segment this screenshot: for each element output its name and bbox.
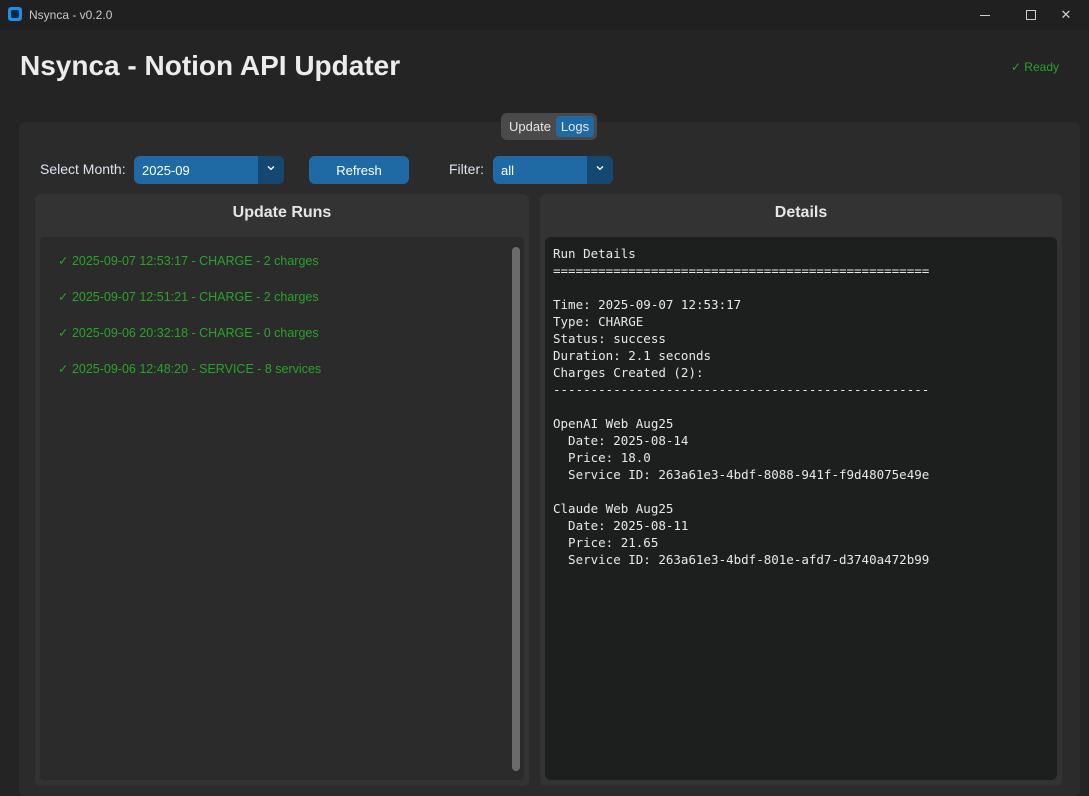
run-list-item[interactable]: ✓ 2025-09-06 20:32:18 - CHARGE - 0 charg… — [58, 325, 319, 340]
close-button[interactable]: ✕ — [1043, 0, 1089, 30]
tab-update[interactable]: Update — [504, 116, 556, 137]
details-panel-title: Details — [774, 204, 828, 221]
details-textbox[interactable]: Run Details ============================… — [545, 237, 1057, 780]
app-icon — [8, 7, 22, 21]
run-list-item[interactable]: ✓ 2025-09-06 12:48:20 - SERVICE - 8 serv… — [58, 361, 321, 376]
chevron-down-icon[interactable]: ⌄ — [587, 156, 613, 184]
tab-switcher: Update Logs — [501, 113, 598, 140]
page-title: Nsynca - Notion API Updater — [20, 50, 401, 81]
month-select-value: 2025-09 — [142, 162, 190, 178]
window-titlebar: Nsynca - v0.2.0 ✕ — [0, 0, 1089, 30]
filter-select-value: all — [501, 162, 515, 178]
run-list-item[interactable]: ✓ 2025-09-07 12:51:21 - CHARGE - 2 charg… — [58, 289, 319, 304]
runs-panel: Update Runs ✓ 2025-09-07 12:53:17 - CHAR… — [35, 194, 529, 786]
details-text: Run Details ============================… — [553, 246, 930, 567]
run-list-item[interactable]: ✓ 2025-09-07 12:53:17 - CHARGE - 2 charg… — [58, 253, 319, 268]
runs-list: ✓ 2025-09-07 12:53:17 - CHARGE - 2 charg… — [40, 237, 524, 780]
refresh-button[interactable]: Refresh — [309, 156, 409, 184]
maximize-icon — [1026, 10, 1036, 20]
month-label: Select Month: — [40, 161, 126, 177]
runs-scrollbar[interactable] — [512, 247, 520, 771]
filter-select[interactable]: all ⌄ — [493, 156, 613, 184]
runs-panel-title: Update Runs — [232, 204, 332, 221]
status-label: ✓ Ready — [1010, 60, 1059, 74]
tab-logs[interactable]: Logs — [555, 116, 595, 137]
minimize-icon — [980, 14, 990, 16]
chevron-down-icon[interactable]: ⌄ — [258, 156, 284, 184]
filter-label: Filter: — [449, 161, 484, 177]
close-icon: ✕ — [1060, 7, 1072, 22]
window-title: Nsynca - v0.2.0 — [29, 8, 113, 22]
minimize-button[interactable] — [962, 0, 1008, 30]
month-select[interactable]: 2025-09 ⌄ — [134, 156, 284, 184]
details-panel: Details Run Details ====================… — [540, 194, 1062, 786]
